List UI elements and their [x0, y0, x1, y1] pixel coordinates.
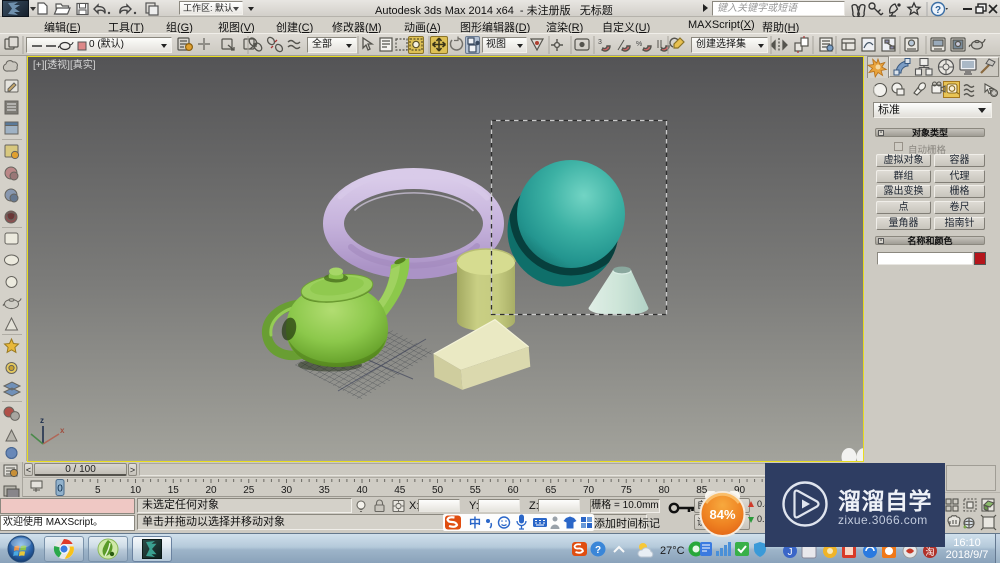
svg-text:50: 50	[432, 485, 444, 496]
svg-text:%: %	[636, 41, 642, 48]
svg-text:55: 55	[470, 485, 482, 496]
svg-text:x: x	[60, 426, 65, 435]
svg-text:0: 0	[57, 484, 63, 495]
svg-text:27°C: 27°C	[660, 545, 685, 557]
svg-text:80: 80	[658, 485, 670, 496]
svg-text:30: 30	[281, 485, 293, 496]
svg-text:75: 75	[621, 485, 633, 496]
svg-text:40: 40	[356, 485, 368, 496]
svg-text:35: 35	[319, 485, 331, 496]
svg-text:15: 15	[168, 485, 180, 496]
svg-text:中: 中	[469, 515, 481, 530]
svg-text:70: 70	[583, 485, 595, 496]
svg-text:?: ?	[935, 5, 941, 16]
svg-text:25: 25	[243, 485, 255, 496]
svg-text:20: 20	[205, 485, 217, 496]
svg-text:45: 45	[394, 485, 406, 496]
svg-text:84%: 84%	[709, 507, 735, 522]
svg-text:?: ?	[595, 545, 601, 556]
svg-text:60: 60	[507, 485, 519, 496]
svg-text:淘: 淘	[925, 546, 934, 557]
svg-text:J: J	[788, 547, 793, 558]
svg-text:[+][透视][真实]: [+][透视][真实]	[33, 58, 96, 71]
svg-text:3: 3	[598, 39, 602, 46]
svg-text:65: 65	[545, 485, 557, 496]
svg-text:5: 5	[95, 485, 101, 496]
svg-text:10: 10	[130, 485, 142, 496]
svg-text:z: z	[40, 416, 44, 425]
